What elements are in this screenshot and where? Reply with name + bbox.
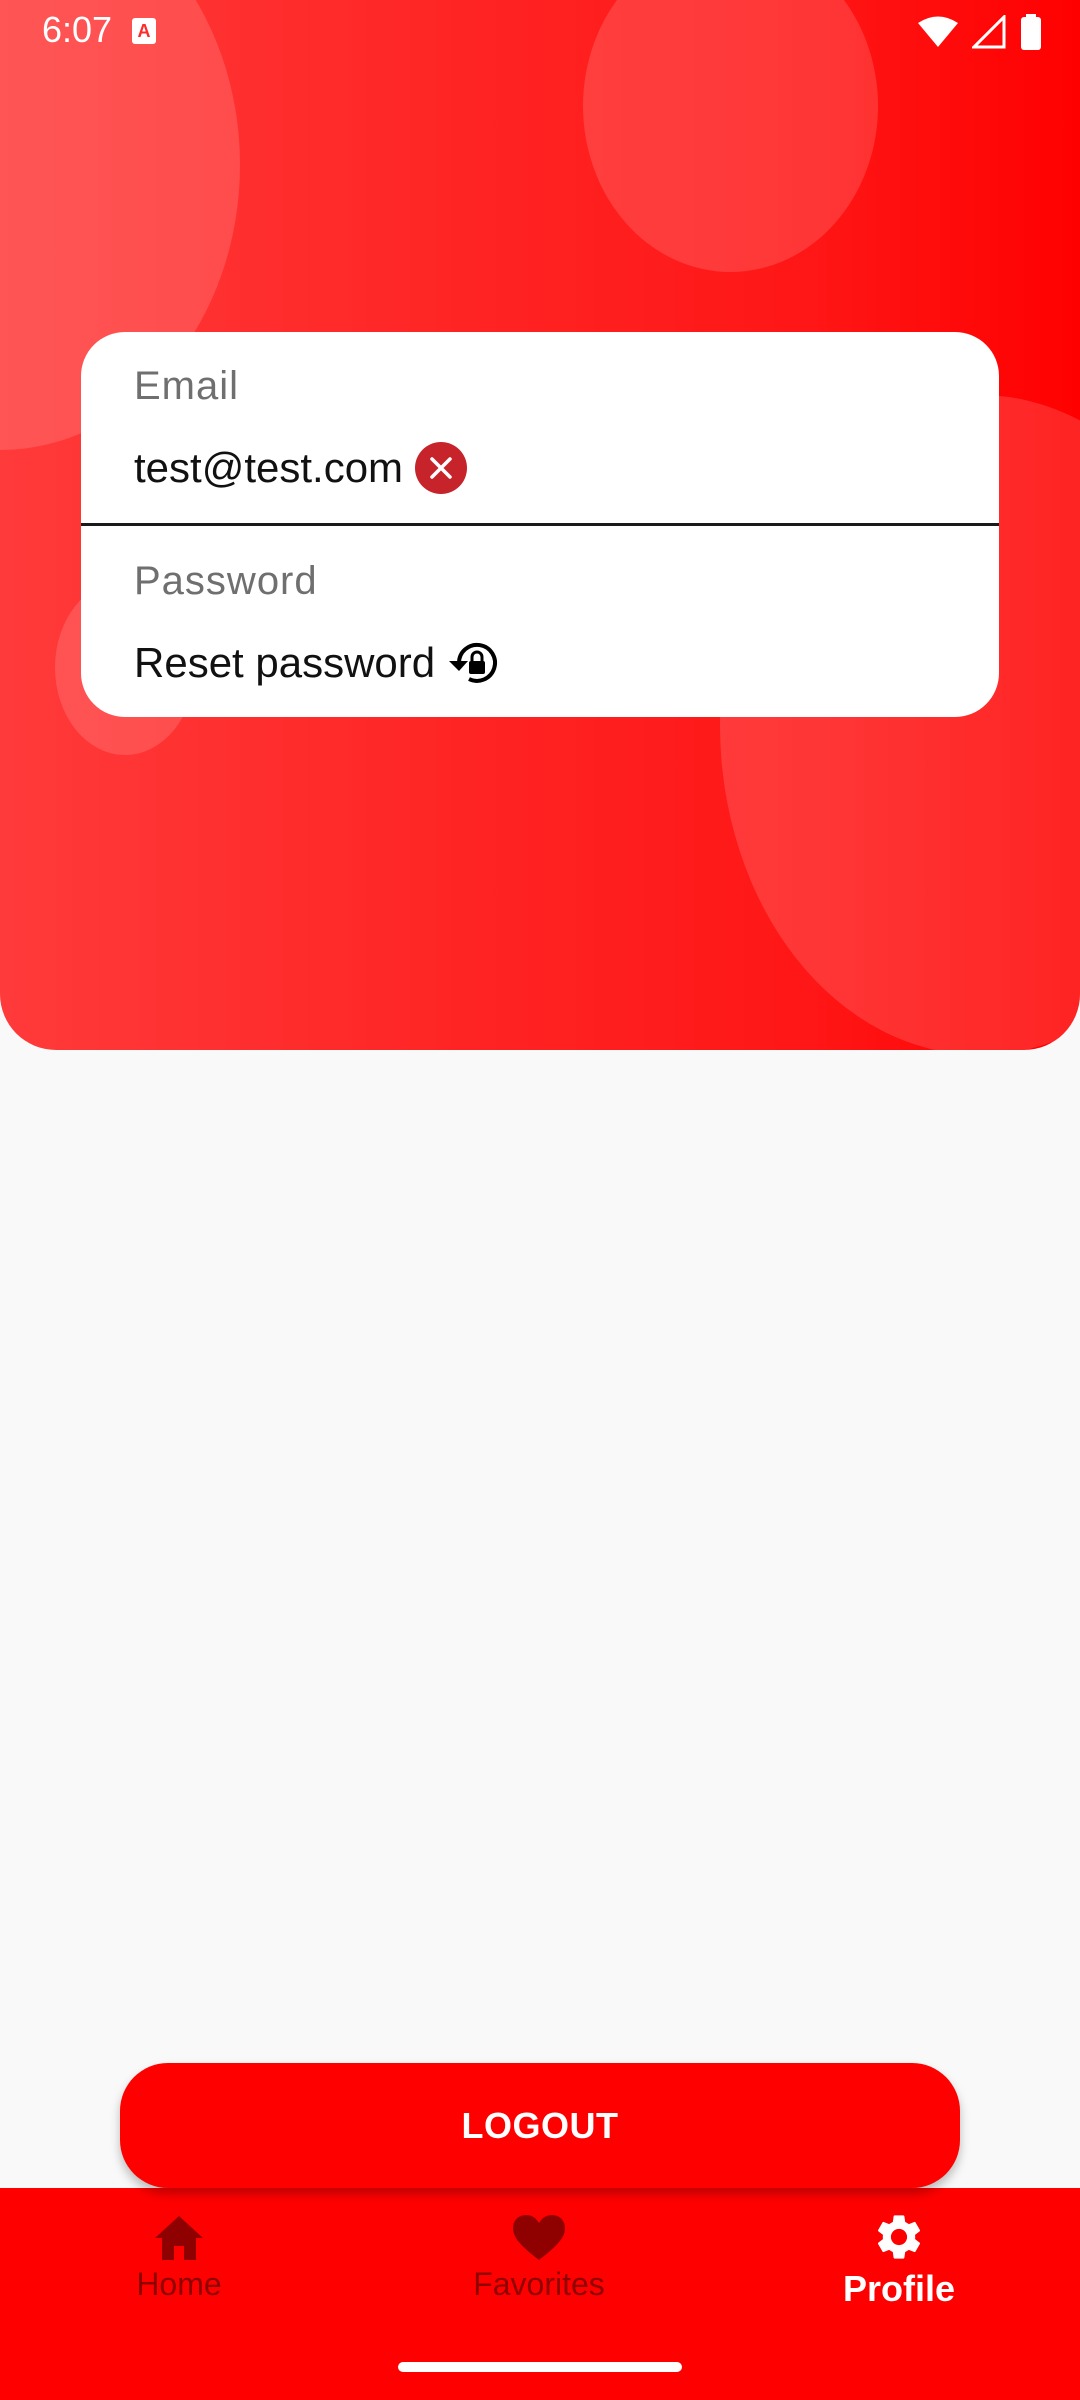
- wifi-icon: [918, 16, 958, 47]
- home-icon: [155, 2216, 203, 2260]
- nav-label-home: Home: [136, 2266, 222, 2302]
- heart-icon: [513, 2215, 565, 2260]
- status-icons: [918, 14, 1042, 50]
- email-field[interactable]: test@test.com: [134, 442, 468, 494]
- logout-button[interactable]: LOGOUT: [120, 2063, 960, 2188]
- email-value: test@test.com: [134, 444, 404, 491]
- nav-label-favorites: Favorites: [473, 2266, 605, 2302]
- close-icon: [430, 457, 452, 479]
- status-bar: 6:07 A: [0, 0, 1080, 64]
- battery-icon: [1021, 14, 1041, 50]
- password-label: Password: [134, 559, 318, 603]
- reset-password-label: Reset password: [134, 639, 436, 686]
- gear-icon: [877, 2215, 921, 2259]
- account-card: Email test@test.com Password Reset passw…: [81, 332, 999, 717]
- reset-password-button[interactable]: Reset password: [134, 637, 505, 689]
- a-box-icon: A: [132, 18, 156, 44]
- email-label: Email: [134, 364, 240, 408]
- field-divider: [81, 523, 999, 526]
- nav-item-favorites[interactable]: Favorites: [389, 2214, 689, 2303]
- nav-item-home[interactable]: Home: [29, 2214, 329, 2303]
- status-time: 6:07: [42, 9, 113, 50]
- gesture-home-bar[interactable]: [398, 2362, 682, 2372]
- nav-item-profile[interactable]: Profile: [749, 2210, 1049, 2310]
- cell-signal-icon: [972, 15, 1006, 49]
- nav-label-profile: Profile: [842, 2268, 956, 2309]
- profile-screen: 6:07 A Email test@test.com Password Rese…: [0, 0, 1080, 2400]
- clear-email-button[interactable]: [415, 442, 468, 494]
- lock-reset-icon: [449, 642, 498, 683]
